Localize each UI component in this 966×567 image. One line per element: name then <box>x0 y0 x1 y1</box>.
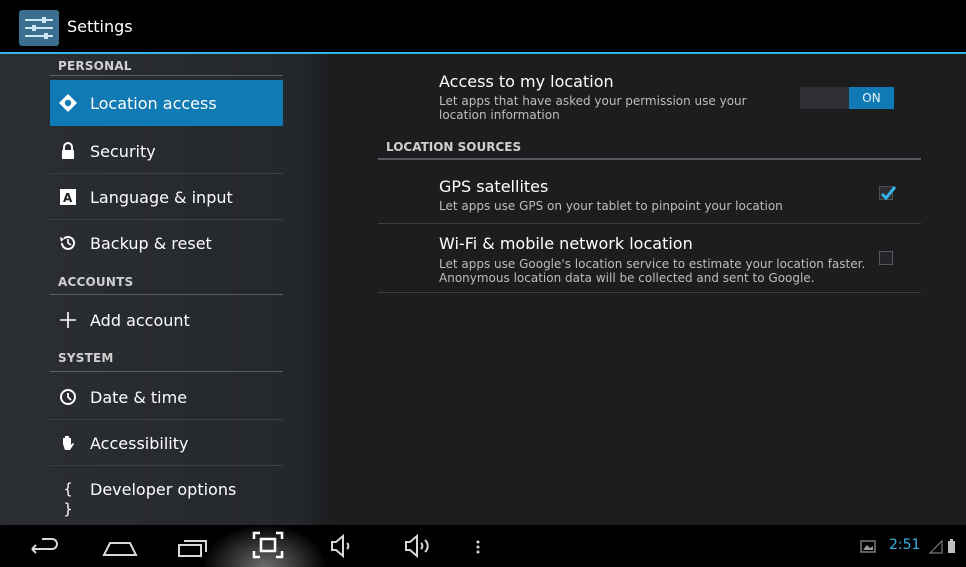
lock-icon <box>58 141 78 161</box>
divider <box>50 294 283 295</box>
section-header-system: SYSTEM <box>58 351 114 365</box>
navigation-bar: 2:51 <box>0 525 966 567</box>
battery-icon <box>946 525 958 567</box>
volume-down-icon[interactable] <box>326 525 362 567</box>
screenshot-icon[interactable] <box>248 525 288 567</box>
access-location-summary-line1: Let apps that have asked your permission… <box>439 94 747 108</box>
keyboard-icon: A <box>58 187 78 207</box>
wifi-mobile-location-checkbox[interactable] <box>879 251 893 265</box>
sidebar-item-label: Security <box>90 142 156 161</box>
volume-up-icon[interactable] <box>402 525 442 567</box>
divider <box>378 292 921 293</box>
location-settings-panel: Access to my location Let apps that have… <box>330 54 966 525</box>
section-header-personal: PERSONAL <box>58 59 132 73</box>
toggle-on-label: ON <box>849 87 894 109</box>
signal-icon <box>928 525 944 567</box>
settings-sliders-icon[interactable] <box>19 10 59 46</box>
sidebar-item-language-input[interactable]: A Language & input <box>50 174 283 220</box>
clock-icon <box>58 387 78 407</box>
svg-text:A: A <box>63 191 73 205</box>
location-icon <box>58 93 78 113</box>
recent-apps-icon[interactable] <box>174 525 214 567</box>
divider <box>378 223 921 224</box>
action-bar: Settings <box>0 0 966 54</box>
settings-sidebar: PERSONAL Location access Security A Lang… <box>0 54 330 525</box>
sidebar-item-add-account[interactable]: Add account <box>50 297 283 343</box>
back-icon[interactable] <box>22 525 66 567</box>
access-location-title: Access to my location <box>439 72 614 91</box>
sidebar-item-developer-options[interactable]: { } Developer options <box>50 466 283 518</box>
sidebar-item-label: Date & time <box>90 388 188 407</box>
plus-icon <box>58 310 78 330</box>
sidebar-item-security[interactable]: Security <box>50 128 283 174</box>
divider <box>50 371 283 372</box>
section-header-accounts: ACCOUNTS <box>58 275 134 289</box>
divider <box>50 75 283 76</box>
access-location-summary-line2: location information <box>439 108 560 122</box>
sidebar-item-backup-reset[interactable]: Backup & reset <box>50 220 283 266</box>
sidebar-item-accessibility[interactable]: Accessibility <box>50 420 283 466</box>
section-header-location-sources: LOCATION SOURCES <box>386 140 522 154</box>
sidebar-item-label: Add account <box>90 311 190 330</box>
sidebar-item-label: Backup & reset <box>90 234 212 253</box>
gps-title: GPS satellites <box>439 177 549 196</box>
gps-summary: Let apps use GPS on your tablet to pinpo… <box>439 199 783 213</box>
checkmark-icon <box>880 186 897 201</box>
wifi-mobile-location-title: Wi-Fi & mobile network location <box>439 234 693 253</box>
sidebar-item-date-time[interactable]: Date & time <box>50 374 283 420</box>
hand-icon <box>58 433 78 453</box>
sidebar-item-label: Location access <box>90 94 217 113</box>
gallery-notification-icon[interactable] <box>860 525 876 567</box>
sidebar-item-label: Language & input <box>90 188 233 207</box>
wifi-mobile-location-summary-line2: Anonymous location data will be collecte… <box>439 271 815 285</box>
divider <box>378 158 921 160</box>
wifi-mobile-location-summary-line1: Let apps use Google's location service t… <box>439 257 866 271</box>
menu-icon[interactable] <box>470 525 486 567</box>
gps-checkbox[interactable] <box>879 186 897 201</box>
sidebar-item-label: Developer options <box>90 480 237 499</box>
home-icon[interactable] <box>98 525 142 567</box>
access-location-toggle[interactable]: ON <box>800 87 894 109</box>
restore-icon <box>58 233 78 253</box>
braces-icon: { } <box>63 480 73 518</box>
sidebar-item-location-access[interactable]: Location access <box>50 80 283 126</box>
app-title: Settings <box>67 17 133 36</box>
sidebar-item-label: Accessibility <box>90 434 189 453</box>
clock-time: 2:51 <box>889 537 921 553</box>
